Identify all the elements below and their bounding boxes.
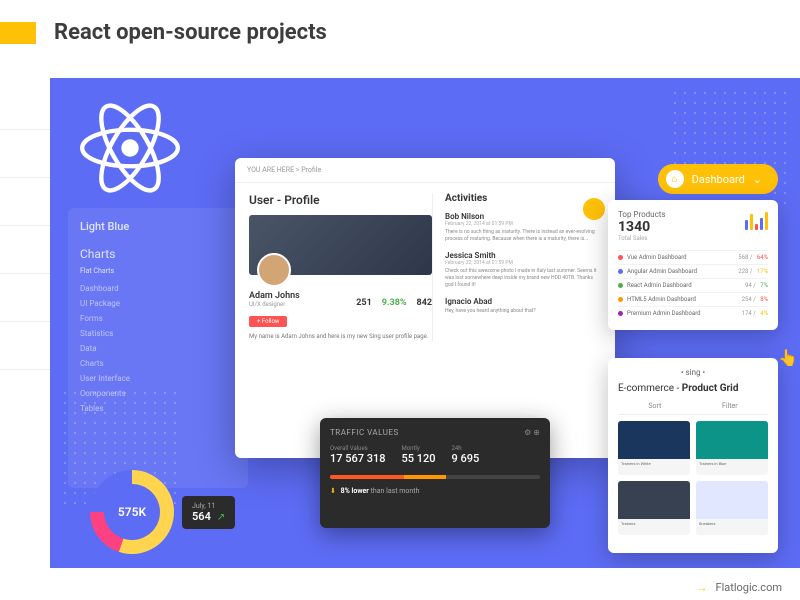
sidebar-item[interactable]: Dashboard [80, 281, 236, 296]
profile-bio: My name is Adam Johns and here is my new… [249, 333, 432, 341]
cover-photo [249, 215, 432, 275]
filter-button[interactable]: Filter [722, 402, 738, 410]
dashboard-dropdown[interactable]: ⌂ Dashboard ⌄ [658, 164, 778, 194]
product-row[interactable]: Premium Admin Dashboard174 / 4% [618, 306, 768, 320]
user-role: UI/X designer [249, 301, 300, 308]
sidebar-item[interactable]: Statistics [80, 326, 236, 341]
traffic-metric: Overall Values17 567 318 [330, 445, 385, 465]
chevron-down-icon: ⌄ [753, 173, 762, 186]
product-row[interactable]: React Admin Dashboard94 / 7% [618, 278, 768, 292]
traffic-metric: 24h9 695 [451, 445, 479, 465]
card-subtitle: Total Sales [618, 235, 768, 242]
traffic-title: TRAFFIC VALUES [330, 428, 540, 437]
down-arrow-icon: ⬇ [330, 487, 336, 495]
home-icon: ⌂ [666, 170, 684, 188]
sidebar-item[interactable]: Data [80, 341, 236, 356]
chart-tooltip: July, 11 564↗ [182, 496, 235, 529]
activity-item: Ignacio Abad Hey, have you heard anythin… [445, 297, 601, 315]
donut-chart: 575K [90, 470, 174, 554]
arrow-right-icon: → [697, 581, 708, 594]
product-row[interactable]: HTML5 Admin Dashboard254 / 8% [618, 292, 768, 306]
ecom-title: E-commerce - Product Grid [618, 383, 768, 394]
sidebar-item[interactable]: Forms [80, 311, 236, 326]
page-title: React open-source projects [54, 20, 327, 45]
accent-block [0, 22, 36, 44]
edit-fab-button[interactable] [583, 198, 605, 220]
donut-chart-area: 575K July, 11 564↗ [90, 470, 235, 554]
profile-card: YOU ARE HERE > Profile User - Profile Ad… [235, 158, 615, 458]
product-row[interactable]: Angular Admin Dashboard228 / 17% [618, 264, 768, 278]
user-name: Adam Johns [249, 291, 300, 301]
activity-item: Bob Nilson February 22, 2014 at 01:59 PM… [445, 212, 601, 243]
cursor-pointer-icon: 👆 [778, 348, 798, 367]
page-header: React open-source projects [0, 0, 800, 55]
traffic-progress-bar [330, 475, 540, 479]
sidebar-section: Charts [80, 247, 236, 261]
traffic-delta: ⬇ 8% lower than last month [330, 487, 540, 495]
sidebar-preview: Light Blue Charts Flat Charts Dashboard … [68, 208, 248, 488]
ecommerce-card: • sing • E-commerce - Product Grid Sort … [608, 358, 778, 553]
product-tile[interactable]: Trainers in White [618, 421, 690, 475]
product-tile[interactable]: Sneakers [696, 481, 768, 535]
footer-link[interactable]: → Flatlogic.com [679, 575, 800, 600]
sidebar-item[interactable]: User Interface [80, 371, 236, 386]
sidebar-item[interactable]: Charts [80, 356, 236, 371]
gear-icon[interactable]: ⚙ ⊕ [524, 428, 540, 437]
activity-item: Jessica Smith February 22, 2014 at 01:59… [445, 251, 601, 289]
product-tile[interactable]: Trainers [618, 481, 690, 535]
product-tile[interactable]: Trainers in Blue [696, 421, 768, 475]
sidebar-item[interactable]: UI Package [80, 296, 236, 311]
react-logo-icon [80, 98, 180, 198]
trend-up-icon: ↗ [217, 512, 225, 523]
sidebar-brand: Light Blue [80, 220, 236, 233]
hero-panel: Light Blue Charts Flat Charts Dashboard … [50, 78, 800, 568]
traffic-metric: Montly55 120 [401, 445, 435, 465]
product-row[interactable]: Vue Admin Dashboard568 / 64% [618, 250, 768, 264]
sidebar-item[interactable]: Tables [80, 401, 236, 416]
top-products-card: Top Products 1340 Total Sales Vue Admin … [608, 200, 778, 330]
sort-button[interactable]: Sort [648, 402, 661, 410]
activities-heading: Activities [445, 193, 601, 204]
mini-barchart-icon [745, 210, 768, 230]
traffic-card: ⚙ ⊕ TRAFFIC VALUES Overall Values17 567 … [320, 418, 550, 528]
follow-button[interactable]: + Follow [249, 316, 287, 327]
sidebar-item[interactable]: Components [80, 386, 236, 401]
profile-heading: User - Profile [249, 193, 432, 207]
breadcrumb: YOU ARE HERE > Profile [235, 158, 615, 183]
ecom-brand: • sing • [618, 368, 768, 377]
donut-center-value: 575K [104, 484, 160, 540]
